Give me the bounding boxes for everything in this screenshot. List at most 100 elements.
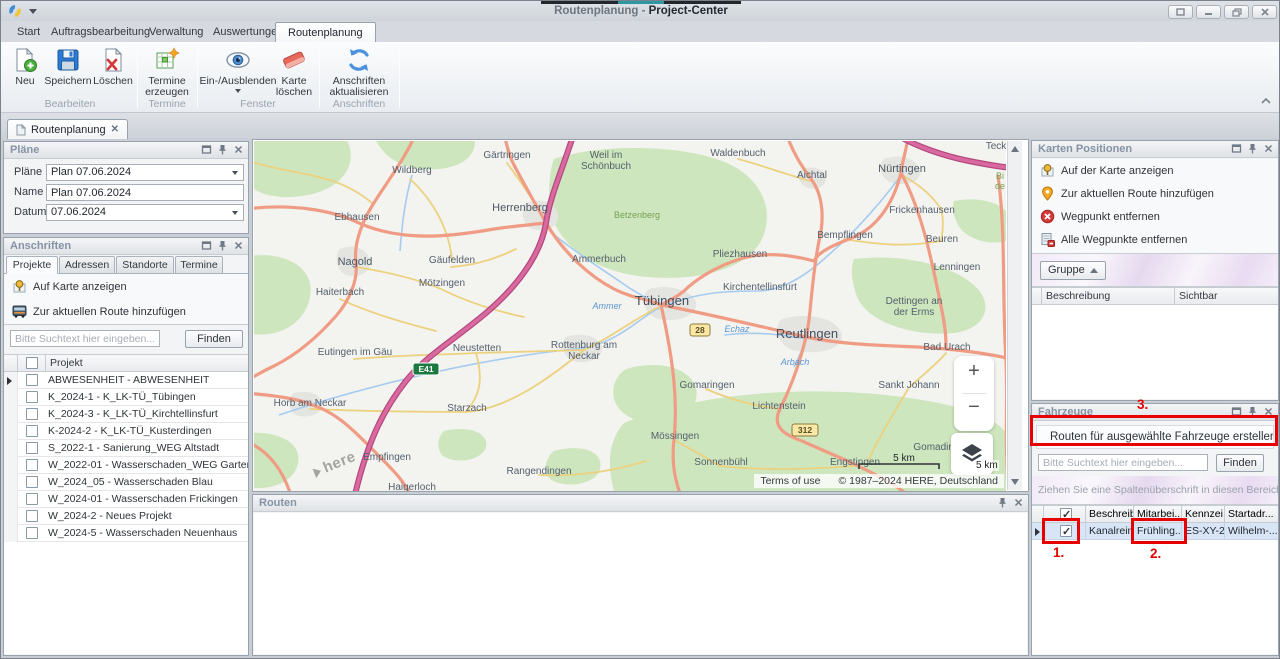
pin-icon[interactable] xyxy=(997,497,1008,508)
project-row[interactable]: K-2024-2 - K_LK-TÜ_Kusterdingen xyxy=(4,423,248,440)
project-row[interactable]: ABWESENHEIT - ABWESENHEIT xyxy=(4,372,248,389)
show-on-map-action[interactable]: Auf der Karte anzeigen xyxy=(1032,159,1278,182)
tab-adressen[interactable]: Adressen xyxy=(59,256,115,274)
project-checkbox[interactable] xyxy=(26,442,38,454)
add-to-route-action[interactable]: Zur aktuellen Route hinzufügen xyxy=(1032,182,1278,205)
datum-combo[interactable]: 07.06.2024 xyxy=(46,204,244,221)
tab-close-icon[interactable]: ✕ xyxy=(111,125,119,135)
tab-termine[interactable]: Termine xyxy=(175,256,223,274)
row-indicator xyxy=(4,406,18,423)
tab-routenplanung[interactable]: Routenplanung xyxy=(275,22,376,42)
pin-icon[interactable] xyxy=(217,240,228,251)
row-indicator xyxy=(4,440,18,457)
project-checkbox[interactable] xyxy=(26,476,38,488)
project-checkbox[interactable] xyxy=(26,408,38,420)
project-checkbox[interactable] xyxy=(26,459,38,471)
collapse-ribbon-icon[interactable] xyxy=(1259,95,1273,107)
gruppe-button[interactable]: Gruppe xyxy=(1040,261,1106,280)
plaene-combo[interactable]: Plan 07.06.2024 xyxy=(46,164,244,181)
scroll-down-icon[interactable] xyxy=(1011,479,1019,485)
map-label: Bempflingen xyxy=(817,230,873,241)
project-row[interactable]: W_2024-5 - Wasserschaden Neuenhaus xyxy=(4,525,248,542)
map-label: Lichtenstein xyxy=(752,401,805,412)
row-indicator xyxy=(4,491,18,508)
search-input[interactable] xyxy=(1038,454,1208,471)
remove-all-waypoints-action[interactable]: Alle Wegpunkte entfernen xyxy=(1032,228,1278,251)
map-label: Ammerbuch xyxy=(572,254,626,265)
map-label: Waldenbuch xyxy=(710,148,765,159)
search-input[interactable] xyxy=(10,330,160,347)
pin-icon[interactable] xyxy=(1247,143,1258,154)
remove-waypoint-action[interactable]: Wegpunkt entfernen xyxy=(1032,205,1278,228)
maximize-icon[interactable] xyxy=(201,144,212,155)
close-icon[interactable] xyxy=(233,144,244,155)
close-button[interactable] xyxy=(1252,5,1277,19)
project-row[interactable]: K_2024-1 - K_LK-TÜ_Tübingen xyxy=(4,389,248,406)
beschreibung-column-header[interactable]: Beschreibu... xyxy=(1086,506,1134,522)
project-checkbox[interactable] xyxy=(26,493,38,505)
zoom-out-button[interactable]: − xyxy=(954,396,994,419)
project-checkbox[interactable] xyxy=(26,425,38,437)
scroll-up-icon[interactable] xyxy=(1011,146,1019,152)
sort-asc-icon xyxy=(1090,268,1098,273)
finden-button[interactable]: Finden xyxy=(1216,454,1264,472)
name-field[interactable] xyxy=(46,184,244,201)
add-to-route-action[interactable]: Zur aktuellen Route hinzufügen xyxy=(4,299,248,324)
remove-icon xyxy=(1040,209,1055,224)
map-scrollbar[interactable] xyxy=(1007,141,1022,490)
project-label: W_2024-2 - Neues Projekt xyxy=(46,510,172,522)
select-all-checkbox[interactable] xyxy=(26,357,38,369)
project-checkbox[interactable] xyxy=(26,391,38,403)
project-row[interactable]: W_2024-01 - Wasserschaden Frickingen xyxy=(4,491,248,508)
tab-standorte[interactable]: Standorte xyxy=(116,256,174,274)
terms-of-use-link[interactable]: Terms of use xyxy=(760,475,820,487)
maximize-icon[interactable] xyxy=(201,240,212,251)
startadresse-column-header[interactable]: Startadr... xyxy=(1225,506,1278,522)
map-label: Sankt Johann xyxy=(878,380,939,391)
map-canvas[interactable]: E4128312 GärtringenWeil imSchönbuchWalde… xyxy=(254,141,1006,491)
sichtbar-column-header[interactable]: Sichtbar xyxy=(1175,288,1278,304)
application-window: Routenplanung - Project-Center Start Auf… xyxy=(0,0,1280,659)
document-tab-routenplanung[interactable]: Routenplanung ✕ xyxy=(7,119,128,139)
ribbon: Neu Speichern Löschen xyxy=(1,42,1280,113)
project-row[interactable]: W_2024-2 - Neues Projekt xyxy=(4,508,248,525)
minimize-button[interactable] xyxy=(1196,5,1221,19)
remove-all-icon xyxy=(1040,232,1055,247)
map-label: Betzenberg xyxy=(614,210,660,220)
close-icon[interactable] xyxy=(1013,497,1024,508)
beschreibung-column-header[interactable]: Beschreibung xyxy=(1042,288,1175,304)
project-row[interactable]: K_2024-3 - K_LK-TÜ_Kirchtellinsfurt xyxy=(4,406,248,423)
tab-projekte[interactable]: Projekte xyxy=(6,256,58,274)
project-row[interactable]: W_2022-01 - Wasserschaden_WEG Gartenstr-… xyxy=(4,457,248,474)
show-on-map-action[interactable]: Auf Karte anzeigen xyxy=(4,274,248,299)
fullscreen-button[interactable] xyxy=(1168,5,1193,19)
projekt-column-header[interactable]: Projekt xyxy=(46,355,248,371)
pin-icon[interactable] xyxy=(217,144,228,155)
project-row[interactable]: S_2022-1 - Sanierung_WEG Altstadt xyxy=(4,440,248,457)
close-icon[interactable] xyxy=(233,240,244,251)
project-table-body: ABWESENHEIT - ABWESENHEITK_2024-1 - K_LK… xyxy=(4,372,248,654)
kennzeichen-column-header[interactable]: Kennzei... xyxy=(1182,506,1225,522)
project-row[interactable]: W_2024_05 - Wasserschaden Blau xyxy=(4,474,248,491)
document-icon xyxy=(16,124,26,136)
karten-table-body xyxy=(1032,305,1278,399)
chevron-down-icon[interactable] xyxy=(228,206,242,219)
chevron-down-icon[interactable] xyxy=(228,166,242,179)
project-checkbox[interactable] xyxy=(26,510,38,522)
map-label: Bi xyxy=(996,171,1004,181)
project-checkbox[interactable] xyxy=(26,374,38,386)
project-label: W_2024-01 - Wasserschaden Frickingen xyxy=(46,493,238,505)
finden-button[interactable]: Finden xyxy=(185,330,243,348)
close-icon[interactable] xyxy=(1263,143,1274,154)
project-checkbox[interactable] xyxy=(26,527,38,539)
map-label: Teck xyxy=(986,141,1006,152)
map-label: Pliezhausen xyxy=(713,249,767,260)
zoom-in-button[interactable]: + xyxy=(954,360,994,383)
map-label: Bad Urach xyxy=(923,342,970,353)
maximize-icon[interactable] xyxy=(1231,143,1242,154)
map-copyright: Terms of use © 1987–2024 HERE, Deutschla… xyxy=(754,474,1004,488)
restore-button[interactable] xyxy=(1224,5,1249,19)
routen-panel: Routen xyxy=(252,494,1029,656)
save-icon xyxy=(55,47,81,73)
map-label: Horb am Neckar xyxy=(274,398,347,409)
